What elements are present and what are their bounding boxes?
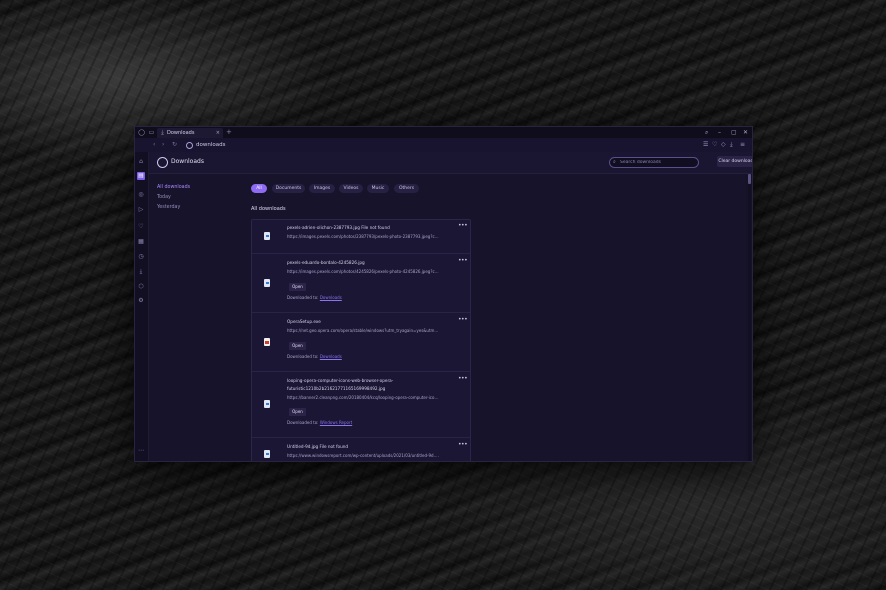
folder-link[interactable]: Downloads: [320, 354, 342, 359]
scrollbar-thumb[interactable]: [748, 174, 751, 184]
messenger-icon[interactable]: ▤: [137, 172, 145, 180]
back-icon[interactable]: ‹: [153, 141, 155, 149]
file-name: pexels-eduardo-bordalo-4245826.jpg: [287, 260, 365, 265]
folder-link[interactable]: Windows Report: [320, 420, 352, 425]
minimize-icon[interactable]: –: [718, 128, 721, 137]
open-button[interactable]: Open: [289, 342, 306, 350]
search-input[interactable]: [620, 158, 694, 167]
downloads-sidebar-icon[interactable]: ⤓: [137, 268, 145, 276]
nav-yesterday[interactable]: Yesterday: [157, 204, 180, 211]
list-item[interactable]: looping-opera-computer-icons-web-browser…: [252, 372, 470, 438]
nav-all-downloads[interactable]: All downloads: [157, 184, 190, 191]
tab-title: Downloads: [167, 130, 195, 136]
scrollbar[interactable]: [748, 174, 751, 461]
page-title: Downloads: [171, 158, 204, 165]
setup-file-icon: [264, 338, 270, 346]
search-box[interactable]: ⌕: [609, 157, 699, 168]
file-name-line2: futuristic1210b2b21621771165169998492.jp…: [287, 386, 386, 391]
forward-icon[interactable]: ›: [162, 141, 164, 149]
address-bar: ‹ › ↻ downloads ☰ ♡ ◇ ⤓ ≡: [135, 138, 752, 153]
folder-link[interactable]: Downloads: [320, 295, 342, 300]
download-icon[interactable]: ⤓: [730, 141, 733, 149]
maximize-icon[interactable]: ▢: [731, 128, 737, 137]
nav-today[interactable]: Today: [157, 194, 171, 201]
sidebar: ⌂ ▤ ◎ ▷ ♡ ▦ ◷ ⤓ ⬡ ⚙ ⋯: [135, 152, 149, 461]
close-tab-icon[interactable]: ×: [216, 129, 220, 137]
filter-others[interactable]: Others: [394, 184, 419, 193]
open-button[interactable]: Open: [289, 408, 306, 416]
player-icon[interactable]: ▷: [137, 206, 145, 214]
new-tab-button[interactable]: +: [226, 128, 232, 136]
download-tab-icon: ⤓: [161, 129, 164, 136]
cube-icon[interactable]: ◇: [721, 141, 726, 149]
file-url[interactable]: https://net.geo.opera.com/opera/stable/w…: [287, 328, 439, 334]
close-window-icon[interactable]: ✕: [743, 128, 748, 137]
tab-downloads[interactable]: ⤓ Downloads ×: [157, 128, 223, 138]
open-button[interactable]: Open: [289, 283, 306, 291]
image-file-icon: [264, 279, 270, 287]
whatsapp-icon[interactable]: ◎: [137, 191, 145, 199]
file-url[interactable]: https://banner2.cleanpng.com/20180404/kc…: [287, 395, 439, 401]
image-file-icon: [264, 400, 270, 408]
downloads-header: Downloads ⌕ Clear downloads: [149, 152, 752, 174]
file-name: OperaSetup.exe: [287, 319, 321, 324]
clear-downloads-button[interactable]: Clear downloads: [717, 156, 752, 167]
easy-setup-icon[interactable]: ☰: [703, 141, 708, 149]
downloaded-to: Downloaded to: Downloads: [287, 354, 342, 359]
downloaded-to: Downloaded to: Downloads: [287, 295, 342, 300]
filter-music[interactable]: Music: [367, 184, 389, 193]
search-icon: ⌕: [613, 159, 616, 165]
home-icon[interactable]: ⌂: [137, 158, 145, 166]
settings-icon[interactable]: ⚙: [137, 297, 145, 305]
file-url[interactable]: https://images.pexels.com/photos/4245826…: [287, 269, 439, 275]
filter-videos[interactable]: Videos: [339, 184, 363, 193]
file-url[interactable]: https://www.windowsreport.com/wp-content…: [287, 453, 439, 459]
browser-window: ◯ ▭ ⤓ Downloads × + ⌕ – ▢ ✕ ‹ › ↻ downlo…: [135, 127, 752, 461]
downloads-list: pexels-adrien-olichon-2387793.jpg File n…: [251, 219, 471, 461]
extensions-icon[interactable]: ⬡: [137, 283, 145, 291]
pinboard-icon[interactable]: ♡: [137, 223, 145, 231]
more-options-icon[interactable]: •••: [458, 223, 468, 229]
opera-page-icon: [186, 142, 193, 149]
history-panel-icon[interactable]: ▦: [137, 238, 145, 246]
more-options-icon[interactable]: •••: [458, 376, 468, 382]
more-options-icon[interactable]: •••: [458, 442, 468, 448]
url-field[interactable]: downloads: [196, 141, 225, 149]
list-item[interactable]: pexels-adrien-olichon-2387793.jpg File n…: [252, 220, 470, 254]
file-name: looping-opera-computer-icons-web-browser…: [287, 378, 394, 383]
file-name: pexels-adrien-olichon-2387793.jpg File n…: [287, 225, 390, 230]
tab-bar: ◯ ▭ ⤓ Downloads × + ⌕ – ▢ ✕: [135, 127, 752, 138]
filter-all[interactable]: All: [251, 184, 267, 193]
list-item[interactable]: pexels-eduardo-bordalo-4245826.jpg https…: [252, 254, 470, 313]
opera-logo-icon: [157, 157, 168, 168]
more-sidebar-icon[interactable]: ⋯: [137, 447, 145, 455]
clock-icon[interactable]: ◷: [137, 253, 145, 261]
section-title: All downloads: [251, 206, 286, 212]
more-options-icon[interactable]: •••: [458, 258, 468, 264]
downloads-nav: All downloads Today Yesterday: [149, 174, 225, 461]
menu-icon[interactable]: ≡: [740, 141, 745, 149]
heart-icon[interactable]: ♡: [712, 141, 717, 149]
file-name: Untitled-9d.jpg File not found: [287, 444, 349, 449]
reload-icon[interactable]: ↻: [172, 141, 177, 149]
filter-documents[interactable]: Documents: [272, 184, 305, 193]
downloads-main: All Documents Images Videos Music Others…: [225, 174, 745, 461]
list-item[interactable]: OperaSetup.exe https://net.geo.opera.com…: [252, 313, 470, 372]
search-tabs-icon[interactable]: ⌕: [705, 128, 708, 137]
more-options-icon[interactable]: •••: [458, 317, 468, 323]
filter-images[interactable]: Images: [309, 184, 335, 193]
opera-logo-icon[interactable]: ◯: [138, 129, 145, 136]
image-file-icon: [264, 450, 270, 458]
downloaded-to: Downloaded to: Windows Report: [287, 420, 353, 425]
tab-workspaces-icon[interactable]: ▭: [148, 129, 155, 136]
list-item[interactable]: Untitled-9d.jpg File not found https://w…: [252, 438, 470, 461]
image-file-icon: [264, 232, 270, 240]
file-url[interactable]: https://images.pexels.com/photos/2387793…: [287, 234, 439, 240]
